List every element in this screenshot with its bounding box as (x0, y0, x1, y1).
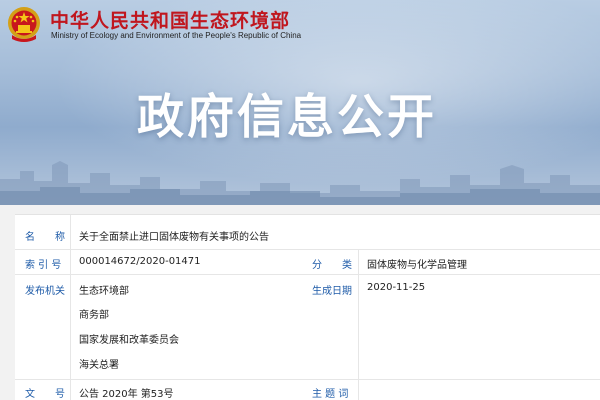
name-label: 名 称 (25, 232, 65, 243)
name-value: 关于全面禁止进口固体废物有关事项的公告 (79, 232, 269, 243)
date-value: 2020-11-25 (367, 282, 426, 293)
category-label: 分 类 (312, 260, 352, 271)
ministry-name-cn[interactable]: 中华人民共和国生态环境部 (50, 6, 290, 33)
column-divider (70, 215, 71, 400)
banner-title: 政府信息公开 (137, 90, 437, 145)
national-emblem-icon[interactable] (6, 5, 42, 43)
publisher-label: 发布机关 (25, 286, 65, 297)
publisher-item: 商务部 (79, 310, 109, 321)
banner: 中华人民共和国生态环境部 Ministry of Ecology and Env… (0, 0, 600, 205)
info-row-docno: 文 号 公告 2020年 第53号 主 题 词 (15, 380, 600, 400)
index-value: 000014672/2020-01471 (79, 256, 201, 267)
publisher-item: 国家发展和改革委员会 (79, 335, 179, 346)
category-value: 固体废物与化学品管理 (367, 260, 467, 271)
docno-label: 文 号 (25, 389, 65, 400)
info-row-publisher: 发布机关 生态环境部 商务部 国家发展和改革委员会 海关总署 生成日期 2020… (15, 275, 600, 380)
publisher-item: 生态环境部 (79, 286, 129, 297)
site-header: 中华人民共和国生态环境部 Ministry of Ecology and Env… (0, 0, 600, 50)
info-row-index: 索 引 号 000014672/2020-01471 分 类 固体废物与化学品管… (15, 250, 600, 275)
index-label: 索 引 号 (25, 260, 62, 271)
info-row-name: 名 称 关于全面禁止进口固体废物有关事项的公告 (15, 215, 600, 250)
column-divider (358, 250, 359, 400)
date-label: 生成日期 (312, 286, 352, 297)
document-info-panel: 名 称 关于全面禁止进口固体废物有关事项的公告 索 引 号 000014672/… (15, 214, 600, 400)
publisher-item: 海关总署 (79, 360, 119, 371)
ministry-name-en[interactable]: Ministry of Ecology and Environment of t… (51, 31, 301, 40)
keywords-label: 主 题 词 (312, 389, 349, 400)
docno-value: 公告 2020年 第53号 (79, 389, 174, 400)
